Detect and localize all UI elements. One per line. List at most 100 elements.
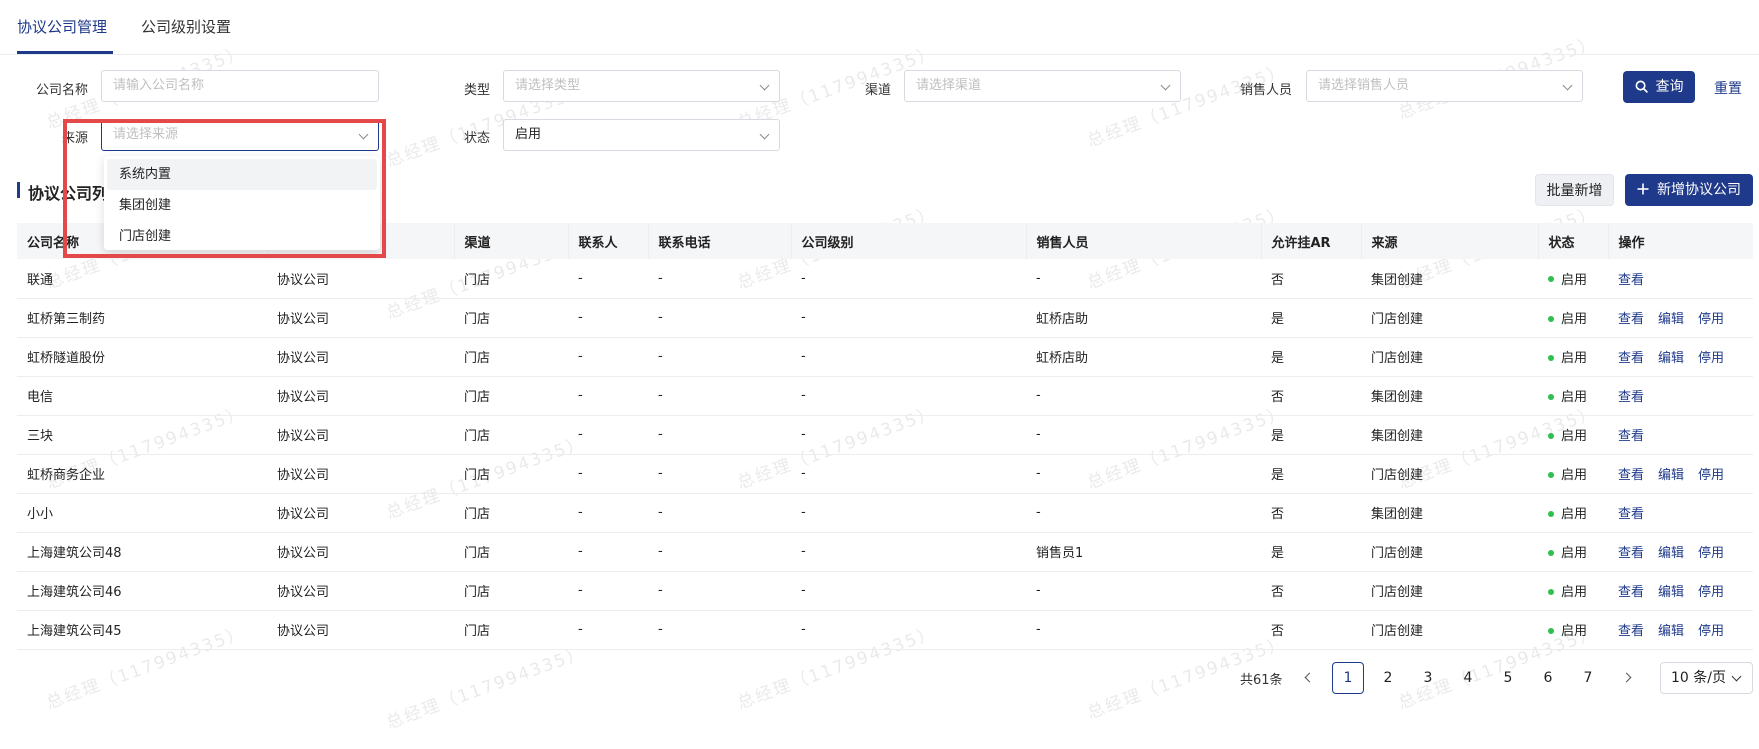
type-select[interactable]: 请选择类型: [503, 70, 780, 102]
tab-company-management[interactable]: 协议公司管理: [17, 16, 107, 37]
table-row: 上海建筑公司45 协议公司 门店 - - - - 否门店创建 启用 查看 编辑 停用: [17, 610, 1753, 650]
edit-link[interactable]: 编辑: [1658, 312, 1684, 327]
status-text: 启用: [1561, 429, 1588, 444]
page-size-select[interactable]: 10 条/页: [1660, 662, 1753, 694]
disable-link[interactable]: 停用: [1698, 312, 1724, 327]
cell-status: 启用: [1538, 337, 1608, 377]
cell-contact: -: [568, 298, 648, 338]
prev-page-icon[interactable]: [1304, 672, 1315, 683]
status-text: 启用: [1561, 390, 1588, 405]
chevron-down-icon: [1562, 80, 1573, 91]
cell-status: 启用: [1538, 493, 1608, 533]
reset-button[interactable]: 重置: [1714, 78, 1742, 98]
sales-select[interactable]: 请选择销售人员: [1306, 70, 1583, 102]
query-button[interactable]: 查询: [1623, 71, 1695, 103]
column-header: 联系电话: [648, 223, 792, 259]
type-label: 类型: [463, 83, 490, 98]
view-link[interactable]: 查看: [1618, 585, 1644, 600]
status-dot-icon: [1548, 588, 1554, 595]
cell-contact: -: [568, 376, 648, 416]
company-name-placeholder: 请输入公司名称: [113, 78, 205, 93]
view-link[interactable]: 查看: [1618, 429, 1644, 444]
cell-channel: 门店: [454, 259, 568, 299]
company-name-input[interactable]: 请输入公司名称: [101, 70, 379, 102]
edit-link[interactable]: 编辑: [1658, 585, 1684, 600]
cell-sales: -: [1026, 259, 1261, 299]
disable-link[interactable]: 停用: [1698, 351, 1724, 366]
edit-link[interactable]: 编辑: [1658, 624, 1684, 639]
edit-link[interactable]: 编辑: [1658, 546, 1684, 561]
next-page-icon[interactable]: [1621, 672, 1632, 683]
batch-add-button[interactable]: 批量新增: [1535, 174, 1614, 206]
disable-link[interactable]: 停用: [1698, 546, 1724, 561]
cell-source: 集团创建: [1361, 376, 1538, 416]
view-link[interactable]: 查看: [1618, 273, 1644, 288]
cell-sales: -: [1026, 454, 1261, 494]
disable-link[interactable]: 停用: [1698, 468, 1724, 483]
cell-ar: 是: [1261, 532, 1361, 572]
cell-ar: 是: [1261, 337, 1361, 377]
view-link[interactable]: 查看: [1618, 312, 1644, 327]
cell-phone: -: [648, 532, 791, 572]
status-text: 启用: [1561, 312, 1588, 327]
dropdown-option[interactable]: 系统内置: [107, 159, 377, 190]
page-number-button[interactable]: 5: [1492, 662, 1524, 694]
company-table: 公司名称类型渠道联系人联系电话公司级别销售人员允许挂AR来源状态操作 联通协议公…: [17, 223, 1753, 650]
channel-select[interactable]: 请选择渠道: [904, 70, 1181, 102]
cell-ar: 是: [1261, 454, 1361, 494]
edit-link[interactable]: 编辑: [1658, 351, 1684, 366]
edit-link[interactable]: 编辑: [1658, 468, 1684, 483]
cell-actions: 查看: [1608, 259, 1753, 299]
cell-sales: -: [1026, 376, 1261, 416]
cell-name: 上海建筑公司45: [17, 610, 267, 650]
status-text: 启用: [1561, 546, 1588, 561]
cell-sales: -: [1026, 493, 1261, 533]
cell-name: 虹桥隧道股份: [17, 337, 267, 377]
cell-type: 协议公司: [267, 376, 454, 416]
cell-type: 协议公司: [267, 493, 454, 533]
column-header: 操作: [1608, 223, 1753, 259]
tab-level-settings[interactable]: 公司级别设置: [141, 16, 231, 37]
page-number-button[interactable]: 6: [1532, 662, 1564, 694]
source-select[interactable]: 请选择来源: [101, 119, 379, 151]
page-number-button[interactable]: 1: [1332, 662, 1364, 694]
disable-link[interactable]: 停用: [1698, 585, 1724, 600]
view-link[interactable]: 查看: [1618, 390, 1644, 405]
view-link[interactable]: 查看: [1618, 546, 1644, 561]
page-size-value: 10 条/页: [1671, 670, 1726, 686]
cell-actions: 查看 编辑 停用: [1608, 454, 1753, 494]
cell-type: 协议公司: [267, 610, 454, 650]
disable-link[interactable]: 停用: [1698, 624, 1724, 639]
cell-channel: 门店: [454, 415, 568, 455]
plus-icon: [1637, 174, 1649, 206]
cell-level: -: [791, 532, 1026, 572]
dropdown-option[interactable]: 门店创建: [107, 221, 377, 252]
status-dot-icon: [1548, 432, 1554, 439]
cell-status: 启用: [1538, 571, 1608, 611]
view-link[interactable]: 查看: [1618, 507, 1644, 522]
table-row: 虹桥第三制药 协议公司 门店 - - - 虹桥店助是门店创建 启用 查看 编辑 停用: [17, 298, 1753, 338]
cell-level: -: [791, 376, 1026, 416]
column-header: 联系人: [568, 223, 649, 259]
cell-status: 启用: [1538, 376, 1608, 416]
cell-channel: 门店: [454, 571, 568, 611]
column-header: 销售人员: [1026, 223, 1262, 259]
view-link[interactable]: 查看: [1618, 351, 1644, 366]
column-header: 来源: [1361, 223, 1539, 259]
status-select[interactable]: 启用: [503, 119, 780, 151]
cell-level: -: [791, 454, 1026, 494]
page-number-button[interactable]: 3: [1412, 662, 1444, 694]
channel-placeholder: 请选择渠道: [916, 78, 982, 93]
page-number-button[interactable]: 7: [1572, 662, 1604, 694]
cell-status: 启用: [1538, 454, 1608, 494]
cell-channel: 门店: [454, 610, 568, 650]
dropdown-option[interactable]: 集团创建: [107, 190, 377, 221]
add-company-button[interactable]: 新增协议公司: [1625, 174, 1753, 206]
view-link[interactable]: 查看: [1618, 468, 1644, 483]
cell-type: 协议公司: [267, 337, 454, 377]
page-number-button[interactable]: 4: [1452, 662, 1484, 694]
cell-level: -: [791, 259, 1026, 299]
cell-status: 启用: [1538, 610, 1608, 650]
view-link[interactable]: 查看: [1618, 624, 1644, 639]
page-number-button[interactable]: 2: [1372, 662, 1404, 694]
